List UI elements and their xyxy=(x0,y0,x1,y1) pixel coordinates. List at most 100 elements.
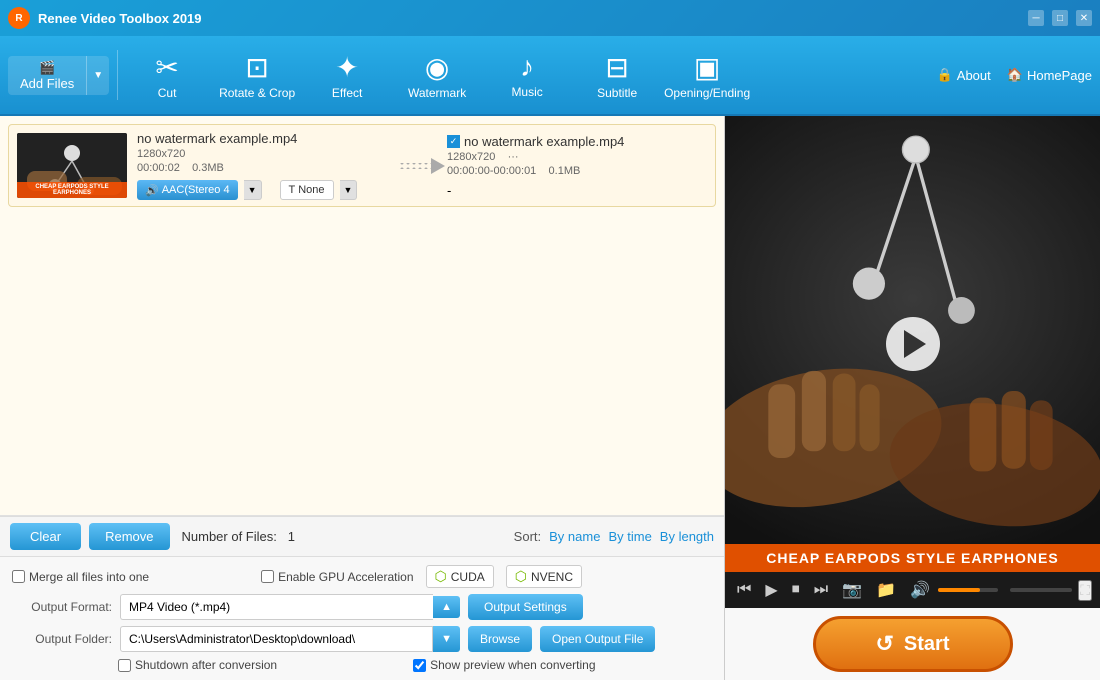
cut-icon: ✂ xyxy=(155,51,178,84)
opening-ending-label: Opening/Ending xyxy=(664,86,750,100)
output-resolution: 1280x720 ··· xyxy=(447,151,707,163)
folder-input[interactable] xyxy=(120,626,433,652)
output-format-select[interactable]: MP4 Video (*.mp4) xyxy=(120,594,433,620)
skip-back-button[interactable]: ⏮ xyxy=(733,579,755,601)
camera-button[interactable]: 📷 xyxy=(838,578,866,602)
audio-dropdown[interactable]: ▼ xyxy=(244,180,262,200)
audio-button[interactable]: 🔊 AAC(Stereo 4 xyxy=(137,180,238,200)
watermark-icon: ◉ xyxy=(425,51,449,84)
music-button[interactable]: ♪ Music xyxy=(482,39,572,111)
gpu-label[interactable]: Enable GPU Acceleration xyxy=(261,570,413,584)
title-bar: R Renee Video Toolbox 2019 ─ □ ✕ xyxy=(0,0,1100,36)
output-folder-row: Output Folder: ▼ Browse Open Output File xyxy=(12,626,712,652)
file-list-area: CHEAP EARPODS STYLE EARPHONES no waterma… xyxy=(0,116,724,516)
output-settings-button[interactable]: Output Settings xyxy=(468,594,583,620)
source-duration: 00:00:02 0.3MB xyxy=(137,162,397,174)
volume-bar[interactable] xyxy=(938,588,998,592)
music-icon: ♪ xyxy=(520,51,534,83)
settings-last-row: Shutdown after conversion Show preview w… xyxy=(12,658,712,672)
fullscreen-button[interactable]: ⛶ xyxy=(1078,580,1092,601)
about-button[interactable]: 🔒 About xyxy=(937,67,991,83)
homepage-label: HomePage xyxy=(1027,68,1092,83)
thumb-label: CHEAP EARPODS STYLE EARPHONES xyxy=(17,182,127,198)
toolbar-divider-1 xyxy=(117,50,118,100)
subtitle-label: Subtitle xyxy=(597,86,637,100)
left-panel: CHEAP EARPODS STYLE EARPHONES no waterma… xyxy=(0,116,725,680)
subtitle-button[interactable]: ⊟ Subtitle xyxy=(572,39,662,111)
open-output-button[interactable]: Open Output File xyxy=(540,626,655,652)
clear-button[interactable]: Clear xyxy=(10,523,81,550)
start-button[interactable]: ↺ Start xyxy=(813,616,1013,672)
output-text-placeholder: - xyxy=(447,183,451,198)
text-button[interactable]: T None xyxy=(280,180,334,200)
folder-dropdown[interactable]: ▼ xyxy=(433,626,460,652)
opening-ending-button[interactable]: ▣ Opening/Ending xyxy=(662,39,752,111)
stop-button[interactable]: ⏹ xyxy=(788,579,804,601)
effect-button[interactable]: ✦ Effect xyxy=(302,39,392,111)
shutdown-label[interactable]: Shutdown after conversion xyxy=(118,658,277,672)
folder-button[interactable]: 📁 xyxy=(872,578,900,602)
merge-label[interactable]: Merge all files into one xyxy=(12,570,149,584)
add-files-group[interactable]: 🎬 Add Files ▼ xyxy=(8,56,109,95)
volume-fill xyxy=(938,588,980,592)
skip-forward-button[interactable]: ⏭ xyxy=(810,579,832,601)
homepage-button[interactable]: 🏠 HomePage xyxy=(1007,67,1092,83)
main-content: CHEAP EARPODS STYLE EARPHONES no waterma… xyxy=(0,116,1100,680)
play-button[interactable] xyxy=(886,317,940,371)
watermark-button[interactable]: ◉ Watermark xyxy=(392,39,482,111)
play-pause-button[interactable]: ▶ xyxy=(761,578,781,602)
sort-by-time[interactable]: By time xyxy=(608,529,651,544)
maximize-button[interactable]: □ xyxy=(1052,10,1068,26)
remove-button[interactable]: Remove xyxy=(89,523,169,550)
gpu-checkbox[interactable] xyxy=(261,570,274,583)
progress-bar[interactable] xyxy=(1010,588,1072,592)
file-count-label: Number of Files: 1 xyxy=(182,529,295,544)
volume-icon[interactable]: 🔊 xyxy=(906,578,934,602)
rotate-crop-button[interactable]: ⊡ Rotate & Crop xyxy=(212,39,302,111)
output-file-name: no watermark example.mp4 xyxy=(464,134,624,149)
thumb-inner: CHEAP EARPODS STYLE EARPHONES xyxy=(17,133,127,198)
preview-label[interactable]: Show preview when converting xyxy=(413,658,595,672)
output-file-info: ✓ no watermark example.mp4 1280x720 ··· … xyxy=(447,134,707,198)
merge-checkbox[interactable] xyxy=(12,570,25,583)
watermark-label: Watermark xyxy=(408,86,466,100)
about-label: About xyxy=(957,68,991,83)
toolbar-right: 🔒 About 🏠 HomePage xyxy=(937,67,1092,83)
add-files-button[interactable]: 🎬 Add Files xyxy=(8,56,86,95)
start-label: Start xyxy=(904,633,950,656)
cut-button[interactable]: ✂ Cut xyxy=(122,39,212,111)
output-format-dropdown[interactable]: ▲ xyxy=(433,596,460,618)
browse-button[interactable]: Browse xyxy=(468,626,532,652)
file-thumbnail: CHEAP EARPODS STYLE EARPHONES xyxy=(17,133,127,198)
settings-row-1: Merge all files into one Enable GPU Acce… xyxy=(12,565,712,588)
effect-label: Effect xyxy=(332,86,362,100)
add-files-dropdown[interactable]: ▼ xyxy=(86,56,109,95)
add-files-label: Add Files xyxy=(20,76,74,91)
sort-controls: Sort: By name By time By length xyxy=(514,529,714,544)
nvidia-nvenc-icon: ⬡ xyxy=(515,568,527,585)
source-file-name: no watermark example.mp4 xyxy=(137,131,397,146)
app-title: Renee Video Toolbox 2019 xyxy=(38,11,1028,26)
source-resolution: 1280x720 xyxy=(137,148,397,160)
source-file-info: no watermark example.mp4 1280x720 00:00:… xyxy=(137,131,397,200)
preview-checkbox[interactable] xyxy=(413,659,426,672)
output-dots: ··· xyxy=(508,151,519,163)
sort-by-name[interactable]: By name xyxy=(549,529,600,544)
output-checkbox[interactable]: ✓ xyxy=(447,135,460,148)
rotate-crop-label: Rotate & Crop xyxy=(219,86,295,100)
cut-label: Cut xyxy=(158,86,177,100)
rotate-crop-icon: ⊡ xyxy=(245,51,268,84)
nvidia-cuda-icon: ⬡ xyxy=(435,568,447,585)
opening-ending-icon: ▣ xyxy=(694,51,720,84)
text-dropdown[interactable]: ▼ xyxy=(340,180,358,200)
minimize-button[interactable]: ─ xyxy=(1028,10,1044,26)
shutdown-checkbox[interactable] xyxy=(118,659,131,672)
close-button[interactable]: ✕ xyxy=(1076,10,1092,26)
video-controls: ⏮ ▶ ⏹ ⏭ 📷 📁 🔊 ⛶ xyxy=(725,572,1100,608)
cuda-badge[interactable]: ⬡ CUDA xyxy=(426,565,494,588)
nvenc-badge[interactable]: ⬡ NVENC xyxy=(506,565,582,588)
sort-by-length[interactable]: By length xyxy=(660,529,714,544)
table-row: CHEAP EARPODS STYLE EARPHONES no waterma… xyxy=(8,124,716,207)
output-controls: - xyxy=(447,183,707,198)
app-logo: R xyxy=(8,7,30,29)
